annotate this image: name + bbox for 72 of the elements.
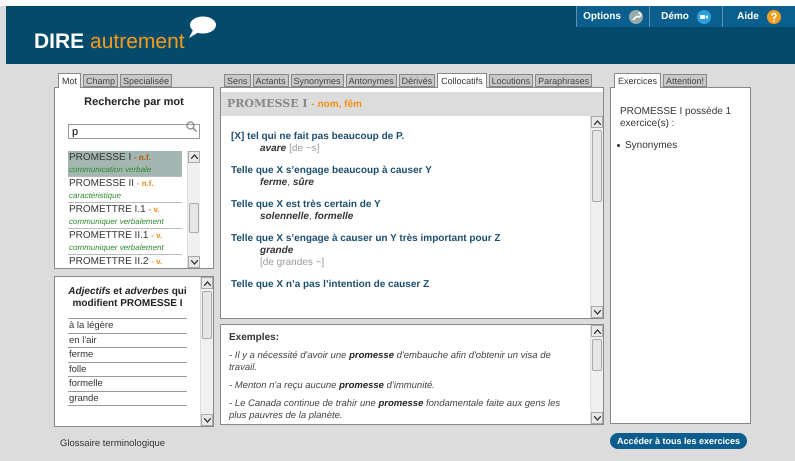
word-list-item[interactable]: PROMESSE II - n.f. caractéristique bbox=[68, 176, 182, 202]
help-icon bbox=[766, 10, 781, 24]
word-list-item[interactable]: PROMETTRE II.1 - v. communiquer verbalement bbox=[68, 228, 182, 254]
scrollbar-thumb[interactable] bbox=[592, 130, 602, 202]
word-list-item[interactable]: PROMESSE I - n.f. communication verbale bbox=[68, 150, 182, 176]
scrollbar[interactable] bbox=[590, 325, 603, 424]
nav-button[interactable]: Aide bbox=[722, 6, 795, 27]
modifier-item[interactable]: à la légère bbox=[68, 319, 187, 334]
panel-title: Adjectifs et adverbes qui modifient PROMESSE I bbox=[68, 286, 187, 310]
tab[interactable]: Collocatifs bbox=[437, 73, 487, 88]
modifier-item[interactable]: ferme bbox=[68, 348, 187, 362]
exercises-button[interactable]: Accéder à tous les exercices bbox=[610, 433, 747, 449]
example-sentence: - Il y a nécessité d'avoir une promesse d'embauche afin d'obtenir un visa de travail. bbox=[229, 350, 552, 374]
modifier-item[interactable]: en l'air bbox=[68, 334, 187, 348]
scroll-up-icon[interactable] bbox=[594, 328, 600, 334]
bullet-icon bbox=[617, 144, 620, 147]
scroll-up-icon[interactable] bbox=[190, 154, 198, 159]
panel-title: Recherche par mot bbox=[83, 95, 185, 110]
collocate-words: ferme, sûre bbox=[260, 177, 314, 189]
speech-bubble-icon bbox=[186, 16, 217, 40]
scrollbar[interactable] bbox=[590, 116, 603, 318]
collocate-note: [de grandes ~] bbox=[260, 257, 326, 269]
tab[interactable]: Locutions bbox=[488, 74, 534, 87]
exercise-list-item[interactable]: Synonymes bbox=[617, 138, 741, 153]
modifier-item[interactable]: folle bbox=[68, 362, 187, 377]
tab[interactable]: Actants bbox=[252, 74, 289, 87]
tab[interactable]: Sens bbox=[224, 74, 251, 87]
scroll-up-icon[interactable] bbox=[594, 120, 600, 124]
scrollbar[interactable] bbox=[187, 150, 200, 268]
tab[interactable]: Attention! bbox=[663, 74, 708, 87]
collocate-words: grande bbox=[260, 245, 294, 257]
tab[interactable]: Exercices bbox=[614, 73, 662, 88]
examples-title: Exemples: bbox=[229, 331, 280, 345]
tab[interactable]: Mot bbox=[58, 73, 82, 88]
camera-icon bbox=[696, 10, 711, 24]
tab[interactable]: Dérivés bbox=[398, 74, 436, 87]
logo-text: DIRE autrement bbox=[34, 30, 185, 54]
nav-button[interactable]: Démo bbox=[649, 6, 722, 27]
glossary-link[interactable]: Glossaire terminologique bbox=[60, 437, 214, 452]
modifier-item[interactable]: formelle bbox=[68, 377, 187, 392]
scrollbar-thumb[interactable] bbox=[189, 202, 199, 232]
tab[interactable]: Antonymes bbox=[346, 74, 397, 87]
scroll-down-icon[interactable] bbox=[594, 310, 600, 314]
scroll-down-icon[interactable] bbox=[190, 260, 198, 264]
collocate-note: [de ~s] bbox=[289, 143, 320, 155]
modifier-item[interactable]: grande bbox=[68, 392, 187, 406]
tab[interactable]: Paraphrases bbox=[535, 74, 592, 87]
example-sentence: - Le Canada continue de trahir une promesse fondamentale faite aux gens les plus pauvres de la planète. bbox=[229, 398, 562, 422]
word-list-item[interactable]: PROMETTRE I.1 - v. communiquer verbalement bbox=[68, 202, 182, 228]
collocation-definition: Telle que X s’engage beaucoup à causer Y bbox=[231, 165, 433, 177]
tab[interactable]: Specialisée bbox=[120, 74, 172, 87]
collocate-words: avare bbox=[260, 143, 286, 155]
collocation-definition: Telle que X n’a pas l’intention de causer Z bbox=[231, 279, 430, 291]
scrollbar-thumb[interactable] bbox=[592, 339, 602, 371]
scroll-down-icon[interactable] bbox=[594, 416, 600, 420]
scroll-up-icon[interactable] bbox=[204, 280, 210, 286]
tab[interactable]: Synonymes bbox=[290, 74, 344, 87]
scroll-down-icon[interactable] bbox=[204, 418, 210, 422]
search-field[interactable]: p bbox=[68, 124, 200, 139]
collocation-definition: Telle que X s’engage à causer un Y très important pour Z bbox=[231, 233, 502, 245]
entry-heading: PROMESSE I - nom, fêm bbox=[221, 92, 603, 116]
scrollbar-thumb[interactable] bbox=[202, 291, 212, 339]
example-sentence: - Menton n'a reçu aucune promesse d'immunité. bbox=[229, 380, 436, 392]
exercises-summary: PROMESSE I possède 1 exercice(s) : bbox=[620, 106, 732, 130]
collocation-definition: Telle que X est très certain de Y bbox=[231, 199, 382, 211]
tab[interactable]: Champ bbox=[83, 74, 118, 87]
nav-button[interactable]: Options bbox=[576, 6, 649, 27]
scrollbar[interactable] bbox=[200, 277, 213, 426]
search-icon[interactable] bbox=[186, 120, 197, 132]
wrench-icon bbox=[628, 10, 643, 24]
collocate-words: solennelle, formelle bbox=[260, 211, 354, 223]
collocation-definition: [X] tel qui ne fait pas beaucoup de P. bbox=[231, 131, 406, 143]
